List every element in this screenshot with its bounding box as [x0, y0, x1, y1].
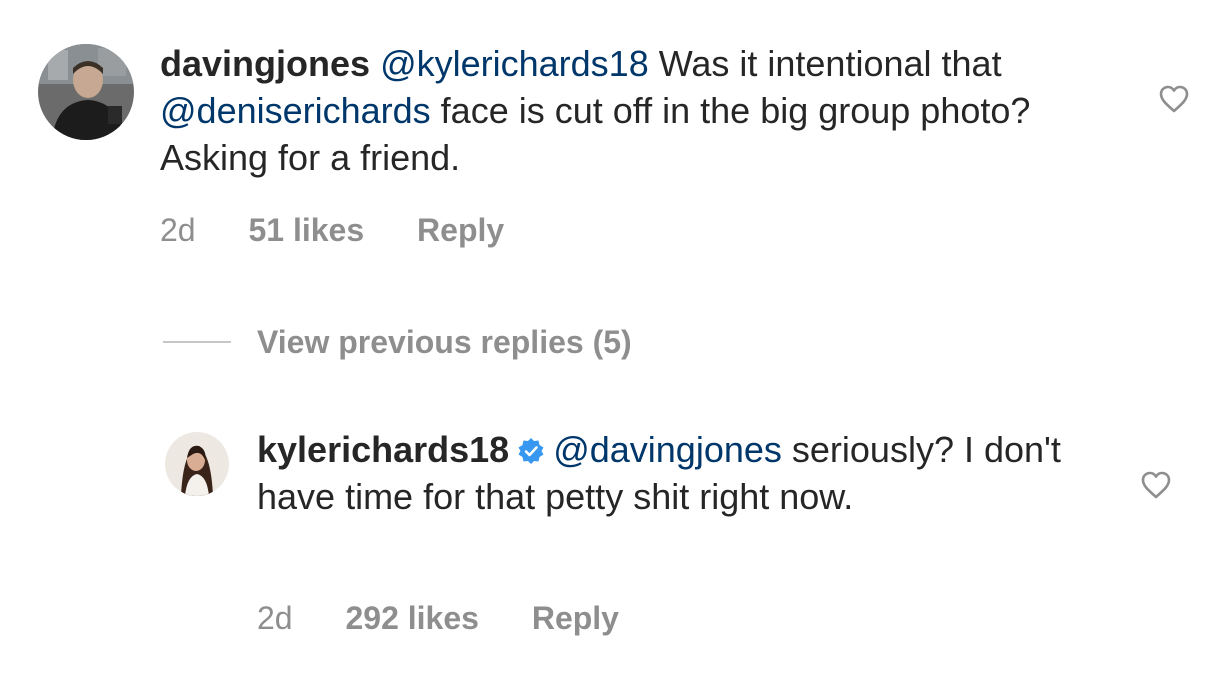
comment-body: davingjones @kylerichards18 Was it inten…: [160, 40, 1080, 181]
avatar[interactable]: [38, 44, 134, 140]
heart-icon[interactable]: [1158, 84, 1190, 114]
comment-time: 2d: [257, 600, 293, 636]
heart-icon[interactable]: [1140, 470, 1172, 500]
comment-meta: 2d 51 likes Reply: [160, 212, 548, 249]
comment-meta: 2d 292 likes Reply: [257, 600, 663, 637]
mention-link[interactable]: @kylerichards18: [380, 43, 649, 84]
reply-button[interactable]: Reply: [532, 600, 619, 636]
comment-text: Was it intentional that: [648, 43, 1002, 84]
likes-count[interactable]: 51 likes: [248, 212, 364, 248]
view-replies-label[interactable]: View previous replies (5): [257, 324, 632, 361]
comment-body: kylerichards18 @davingjones seriously? I …: [257, 426, 1087, 520]
avatar[interactable]: [165, 432, 229, 496]
reply-button[interactable]: Reply: [417, 212, 504, 248]
comment-username[interactable]: davingjones: [160, 43, 370, 84]
view-previous-replies[interactable]: View previous replies (5): [163, 322, 632, 362]
comment-time: 2d: [160, 212, 196, 248]
mention-link[interactable]: @davingjones: [553, 429, 782, 470]
mention-link[interactable]: @deniserichards: [160, 90, 431, 131]
comment-username[interactable]: kylerichards18: [257, 429, 509, 470]
divider: [163, 341, 231, 343]
likes-count[interactable]: 292 likes: [345, 600, 478, 636]
verified-badge-icon: [517, 429, 545, 464]
